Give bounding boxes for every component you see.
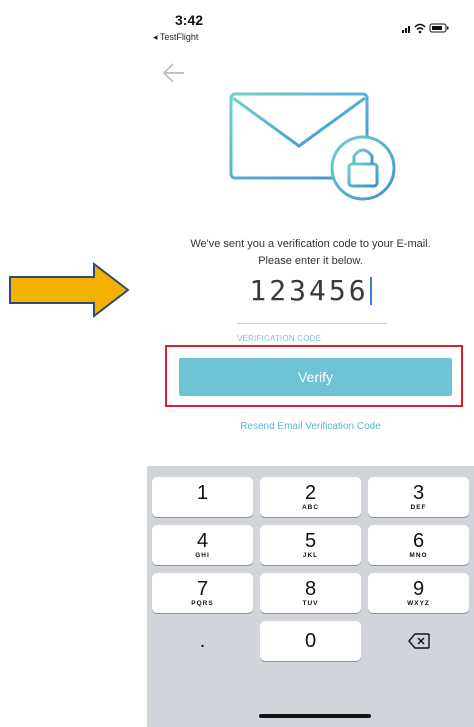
key-7[interactable]: 7 PQRS	[152, 573, 253, 613]
status-time: 3:42	[175, 12, 204, 28]
home-indicator	[259, 714, 371, 718]
key-4[interactable]: 4 GHI	[152, 525, 253, 565]
status-icons	[402, 22, 450, 34]
back-to-app-link[interactable]: ◂ TestFlight	[153, 32, 198, 43]
code-input-underline	[237, 323, 387, 324]
text-cursor	[369, 277, 372, 305]
verification-code-input[interactable]: 123456	[147, 274, 474, 307]
key-2[interactable]: 2 ABC	[260, 477, 361, 517]
verification-code-value: 123456	[249, 274, 369, 307]
backspace-icon	[407, 633, 430, 649]
phone-screen: 3:42 ◂ TestFlight We've sent you a verif…	[147, 0, 474, 727]
key-delete[interactable]	[368, 621, 469, 661]
verification-code-label: VERIFICATION CODE	[237, 334, 322, 343]
key-3[interactable]: 3 DEF	[368, 477, 469, 517]
instruction-line-2: Please enter it below.	[258, 255, 363, 267]
key-8[interactable]: 8 TUV	[260, 573, 361, 613]
resend-code-link[interactable]: Resend Email Verification Code	[147, 421, 474, 432]
key-9[interactable]: 9 WXYZ	[368, 573, 469, 613]
numeric-keypad: 1 2 ABC 3 DEF 4 GHI 5 JKL 6 MNO 7 PQRS 8	[147, 466, 474, 727]
key-5[interactable]: 5 JKL	[260, 525, 361, 565]
back-arrow-icon[interactable]	[161, 60, 187, 86]
signal-wifi-battery-icon	[402, 23, 449, 34]
key-0[interactable]: 0	[260, 621, 361, 661]
verify-button[interactable]: Verify	[179, 358, 452, 396]
key-decimal[interactable]: .	[152, 621, 253, 661]
envelope-lock-icon	[229, 92, 396, 201]
instruction-message: We've sent you a verification code to yo…	[147, 236, 474, 270]
instruction-line-1: We've sent you a verification code to yo…	[190, 238, 431, 250]
key-6[interactable]: 6 MNO	[368, 525, 469, 565]
key-1[interactable]: 1	[152, 477, 253, 517]
pointer-arrow-icon	[9, 262, 130, 318]
